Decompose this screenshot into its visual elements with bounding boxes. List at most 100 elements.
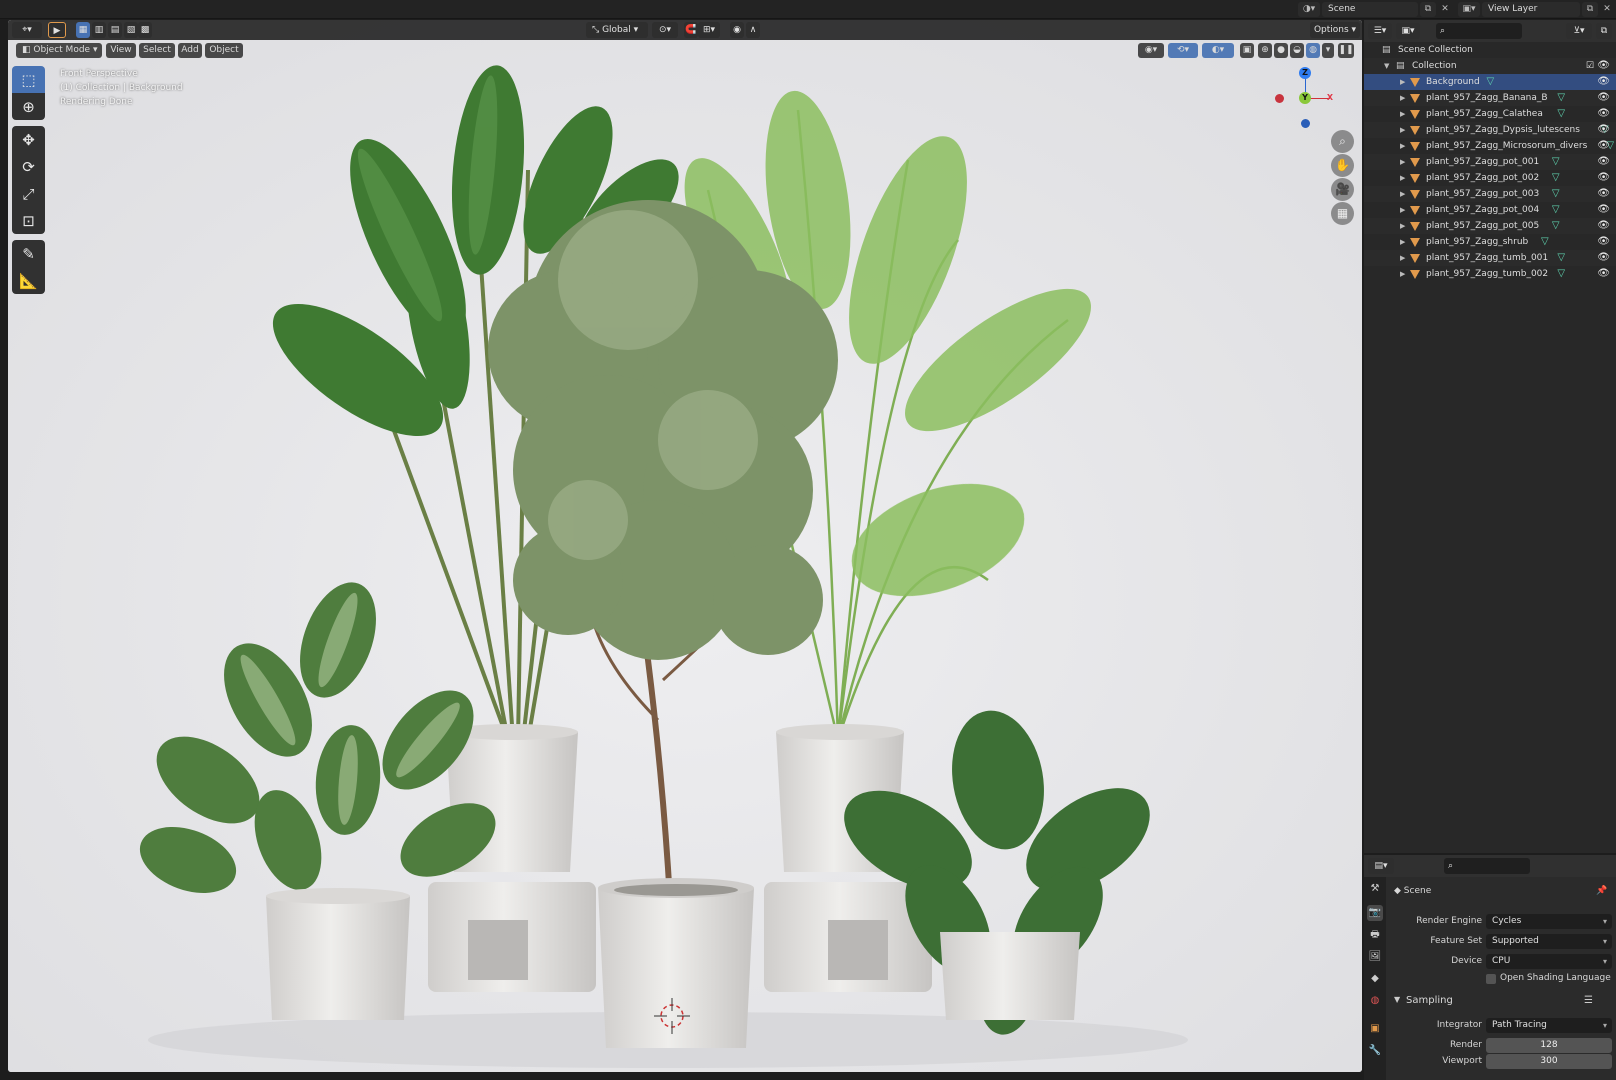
mesh-data-icon[interactable]: ▽: [1552, 170, 1560, 186]
outliner-item-row[interactable]: ▶ plant_957_Zagg_pot_002 ▽ 👁: [1364, 170, 1616, 186]
osl-checkbox[interactable]: [1486, 974, 1496, 984]
close-view-layer-icon[interactable]: ✕: [1599, 2, 1615, 17]
expand-triangle-icon[interactable]: ▶: [1400, 186, 1405, 202]
view-menu[interactable]: View: [106, 43, 136, 58]
outliner-item-row[interactable]: ▶ plant_957_Zagg_pot_005 ▽ 👁: [1364, 218, 1616, 234]
object-menu[interactable]: Object: [205, 43, 243, 58]
options-dropdown[interactable]: Options ▾: [1310, 22, 1360, 38]
scene-browse-icon[interactable]: ◑▾: [1298, 2, 1320, 17]
mesh-data-icon[interactable]: ▽: [1557, 90, 1565, 106]
view-layer-browse-icon[interactable]: ▣▾: [1458, 2, 1480, 17]
integrator-dropdown[interactable]: Path Tracing ▾: [1486, 1018, 1612, 1033]
object-mode-dropdown[interactable]: ◧ Object Mode ▾: [16, 43, 102, 58]
mesh-data-icon[interactable]: ▽: [1487, 74, 1495, 90]
exclude-checkbox[interactable]: ☑: [1586, 58, 1594, 74]
render-tab-icon[interactable]: 📷: [1367, 905, 1383, 921]
outliner-item-row[interactable]: ▶ plant_957_Zagg_pot_003 ▽ 👁: [1364, 186, 1616, 202]
move-tool-icon[interactable]: ✥: [12, 126, 45, 153]
select-box-subtract-icon[interactable]: ▤: [108, 22, 122, 38]
gizmo-x-axis[interactable]: X: [1324, 92, 1336, 104]
snap-toggle-icon[interactable]: 🧲: [684, 22, 698, 38]
tool-tab-icon[interactable]: ⚒: [1367, 881, 1383, 897]
eye-icon[interactable]: 👁: [1597, 58, 1610, 74]
eye-icon[interactable]: 👁: [1597, 138, 1610, 154]
eye-icon[interactable]: 👁: [1597, 122, 1610, 138]
eye-icon[interactable]: 👁: [1597, 90, 1610, 106]
3d-viewport[interactable]: ⌖▾ ▶ ▦ ▥ ▤ ▧ ▩ ⤡ Global ▾ ⊙▾ 🧲 ⊞▾ ◉ ∧ Op…: [8, 20, 1362, 1072]
outliner-editor-type-icon[interactable]: ☰▾: [1368, 23, 1392, 39]
expand-triangle-icon[interactable]: ▶: [1400, 122, 1405, 138]
outliner-item-row[interactable]: ▶ plant_957_Zagg_pot_001 ▽ 👁: [1364, 154, 1616, 170]
snap-target-icon[interactable]: ⊞▾: [698, 22, 720, 38]
outliner-item-row[interactable]: ▶ plant_957_Zagg_Dypsis_lutescens ▽ 👁: [1364, 122, 1616, 138]
expand-triangle-icon[interactable]: ▶: [1400, 138, 1405, 154]
gizmo-y-axis[interactable]: Y: [1299, 92, 1311, 104]
eye-icon[interactable]: 👁: [1597, 250, 1610, 266]
add-menu[interactable]: Add: [178, 43, 202, 58]
display-mode-icon[interactable]: ▣▾: [1396, 23, 1420, 39]
select-box-extend-icon[interactable]: ▥: [92, 22, 106, 38]
eye-icon[interactable]: 👁: [1597, 170, 1610, 186]
select-box-intersect-icon[interactable]: ▩: [138, 22, 152, 38]
expand-triangle-icon[interactable]: ▶: [1400, 202, 1405, 218]
scene-collection-row[interactable]: ▤ Scene Collection: [1364, 42, 1616, 58]
output-tab-icon[interactable]: 🖶: [1367, 927, 1383, 943]
eye-icon[interactable]: 👁: [1597, 186, 1610, 202]
mesh-data-icon[interactable]: ▽: [1557, 106, 1565, 122]
mesh-data-icon[interactable]: ▽: [1557, 250, 1565, 266]
rotate-tool-icon[interactable]: ⟳: [12, 153, 45, 180]
gizmo-toggle-icon[interactable]: ⟲▾: [1168, 43, 1198, 58]
mesh-data-icon[interactable]: ▽: [1557, 266, 1565, 282]
presets-list-icon[interactable]: ☰: [1584, 995, 1593, 1006]
new-view-layer-icon[interactable]: ⧉: [1582, 2, 1598, 17]
measure-tool-icon[interactable]: 📐: [12, 267, 45, 294]
eye-icon[interactable]: 👁: [1597, 218, 1610, 234]
render-samples-field[interactable]: 128: [1486, 1038, 1612, 1053]
scene-tab-icon[interactable]: ◆: [1367, 971, 1383, 987]
outliner-item-row[interactable]: ▶ plant_957_Zagg_Calathea ▽ 👁: [1364, 106, 1616, 122]
falloff-icon[interactable]: ∧: [746, 22, 760, 38]
overlays-toggle-icon[interactable]: ◐▾: [1202, 43, 1234, 58]
mesh-data-icon[interactable]: ▽: [1552, 186, 1560, 202]
view-layer-field[interactable]: View Layer: [1482, 2, 1580, 17]
pivot-point-icon[interactable]: ⊙▾: [652, 22, 678, 38]
mesh-data-icon[interactable]: ▽: [1552, 202, 1560, 218]
outliner-item-row[interactable]: ▶ plant_957_Zagg_shrub ▽ 👁: [1364, 234, 1616, 250]
transform-tool-icon[interactable]: ⊡: [12, 207, 45, 234]
scale-tool-icon[interactable]: ⤢: [12, 180, 45, 207]
eye-icon[interactable]: 👁: [1597, 74, 1610, 90]
pin-icon[interactable]: 📌: [1596, 886, 1607, 896]
modifier-tab-icon[interactable]: 🔧: [1367, 1043, 1383, 1059]
proportional-edit-icon[interactable]: ◉: [730, 22, 744, 38]
render-engine-dropdown[interactable]: Cycles ▾: [1486, 914, 1612, 929]
wireframe-shading-icon[interactable]: ⊕: [1258, 43, 1272, 58]
outliner-search-input[interactable]: ⌕: [1436, 23, 1522, 39]
mesh-data-icon[interactable]: ▽: [1541, 234, 1549, 250]
expand-triangle-icon[interactable]: ▶: [1400, 266, 1405, 282]
rendered-shading-icon[interactable]: ◍: [1306, 43, 1320, 58]
solid-shading-icon[interactable]: ●: [1274, 43, 1288, 58]
outliner-item-row[interactable]: ▶ plant_957_Zagg_tumb_002 ▽ 👁: [1364, 266, 1616, 282]
editor-type-button[interactable]: ⌖▾: [12, 22, 42, 38]
select-mode-icon[interactable]: ▶: [48, 22, 66, 38]
view-layer-tab-icon[interactable]: 🖼: [1367, 949, 1383, 965]
shading-options-icon[interactable]: ▾: [1322, 43, 1334, 58]
xray-toggle-icon[interactable]: ▣: [1240, 43, 1254, 58]
outliner-item-row[interactable]: ▶ plant_957_Zagg_tumb_001 ▽ 👁: [1364, 250, 1616, 266]
expand-triangle-icon[interactable]: ▶: [1400, 250, 1405, 266]
expand-triangle-icon[interactable]: ▶: [1400, 170, 1405, 186]
mesh-data-icon[interactable]: ▽: [1552, 154, 1560, 170]
mesh-data-icon[interactable]: ▽: [1552, 218, 1560, 234]
object-tab-icon[interactable]: ▣: [1367, 1021, 1383, 1037]
visibility-icon[interactable]: ◉▾: [1138, 43, 1164, 58]
annotate-tool-icon[interactable]: ✎: [12, 240, 45, 267]
eye-icon[interactable]: 👁: [1597, 106, 1610, 122]
expand-triangle-icon[interactable]: ▼: [1394, 995, 1400, 1004]
scene-name-field[interactable]: Scene: [1322, 2, 1418, 17]
device-dropdown[interactable]: CPU ▾: [1486, 954, 1612, 969]
world-tab-icon[interactable]: ◍: [1367, 993, 1383, 1009]
select-box-invert-icon[interactable]: ▧: [124, 22, 138, 38]
expand-triangle-icon[interactable]: ▶: [1400, 218, 1405, 234]
new-collection-icon[interactable]: ⧉: [1596, 23, 1612, 39]
zoom-icon[interactable]: ⌕: [1331, 130, 1354, 153]
